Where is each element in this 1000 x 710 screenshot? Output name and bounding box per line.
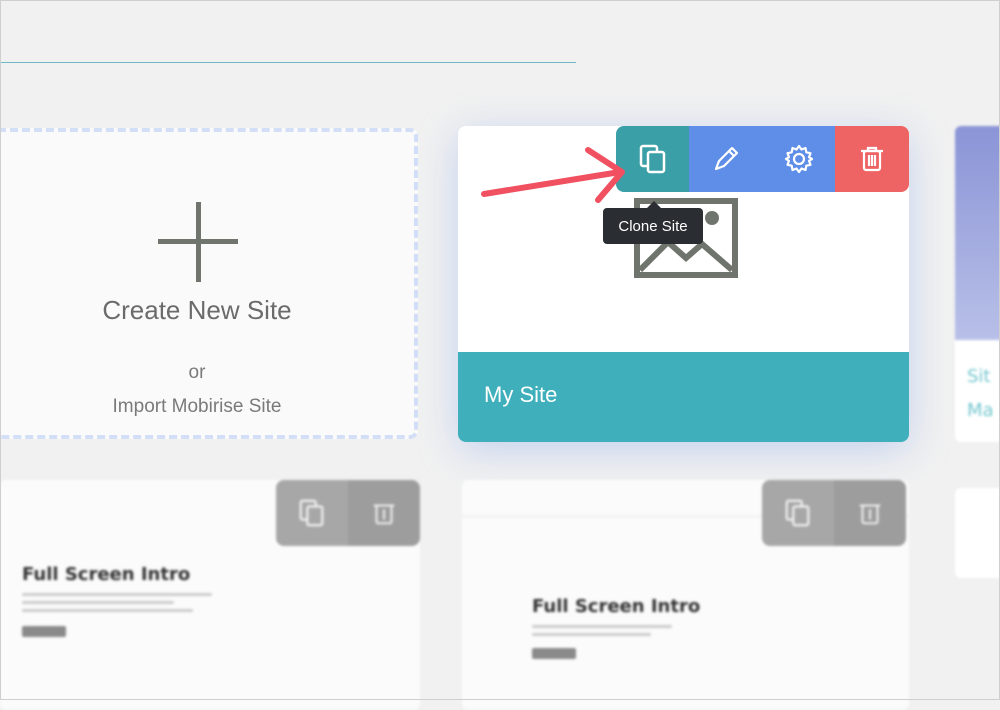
right-site-thumbnail	[955, 126, 1000, 340]
site-toolbar	[616, 126, 909, 192]
create-new-site-card[interactable]	[0, 128, 418, 439]
clone-icon	[299, 499, 324, 527]
create-new-site-title[interactable]: Create New Site	[0, 295, 394, 326]
clone-site-tooltip: Clone Site	[603, 201, 703, 244]
right-site-card[interactable]: Sit Ma	[955, 126, 1000, 442]
template-card-1-title: Full Screen Intro	[22, 564, 191, 585]
clone-icon	[785, 499, 810, 527]
site-name[interactable]: My Site	[484, 382, 557, 408]
import-mobirise-site-link[interactable]: Import Mobirise Site	[0, 396, 394, 418]
edit-site-button[interactable]	[689, 126, 762, 192]
template-card-1-button	[22, 626, 66, 637]
active-tab-underline	[0, 62, 576, 63]
right-site-text-2: Ma	[967, 400, 994, 421]
template-card-2-button	[532, 648, 576, 659]
template-card-2-title: Full Screen Intro	[532, 596, 701, 617]
template-card-2-toolbar	[762, 480, 906, 546]
plus-icon	[158, 202, 238, 282]
template-card-2-delete-button[interactable]	[834, 480, 906, 546]
template-card-2-clone-button[interactable]	[762, 480, 834, 546]
template-card-2[interactable]: Full Screen Intro	[462, 480, 909, 710]
template-card-1-delete-button[interactable]	[348, 480, 420, 546]
trash-icon	[859, 504, 881, 525]
clone-icon	[639, 144, 665, 174]
or-separator: or	[188, 362, 206, 383]
edit-icon	[714, 146, 738, 171]
template-card-1-toolbar	[276, 480, 420, 546]
annotation-arrow-icon	[481, 147, 625, 203]
template-card-1[interactable]: Full Screen Intro	[0, 480, 420, 710]
right-site-text-1: Sit	[967, 366, 991, 387]
site-settings-button[interactable]	[762, 126, 835, 192]
trash-icon	[373, 504, 395, 525]
template-card-1-clone-button[interactable]	[276, 480, 348, 546]
gear-icon	[784, 144, 813, 174]
delete-site-button[interactable]	[835, 126, 909, 192]
template-card-1-text-lines	[22, 588, 212, 617]
template-card-2-text-lines	[532, 620, 672, 641]
template-card-3[interactable]	[955, 488, 1000, 578]
trash-icon	[861, 146, 883, 172]
site-footer[interactable]: My Site	[458, 352, 909, 442]
